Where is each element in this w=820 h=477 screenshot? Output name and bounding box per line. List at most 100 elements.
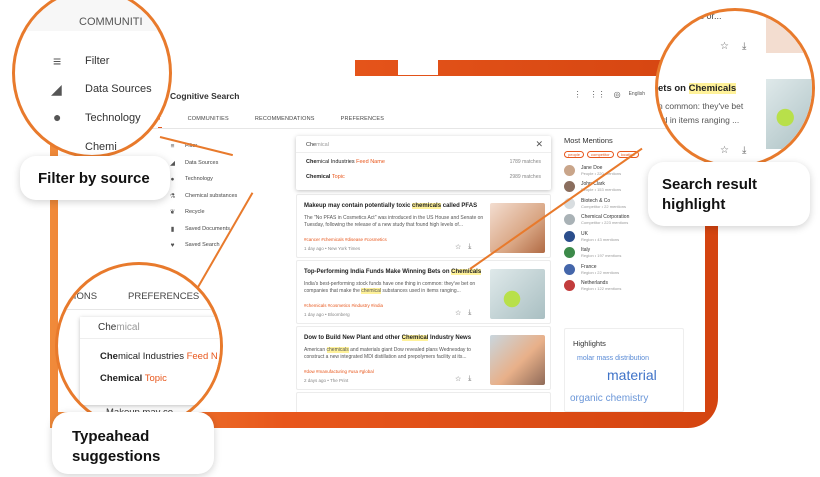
mention-sub: Region • 43 mentions (581, 236, 620, 242)
sidebar-item[interactable]: ⚗ Chemical substances (168, 188, 258, 205)
close-icon[interactable]: ✕ (535, 139, 543, 150)
search-input[interactable]: Chemical (306, 142, 329, 148)
language-label[interactable]: English (629, 90, 645, 99)
frame-gap (398, 60, 438, 75)
star-icon[interactable]: ☆ (720, 145, 729, 156)
zoom-highlight: vels or... ☆ ⤓ ets on Chemicals n common… (655, 8, 815, 168)
mention-item[interactable]: Italy Region • 197 mentions (564, 245, 684, 262)
download-icon[interactable]: ⤓ (742, 41, 746, 52)
pill-competitor[interactable]: competitor (587, 151, 614, 158)
result-thumbnail (490, 203, 545, 253)
result-thumbnail (490, 269, 545, 319)
pill-people[interactable]: people (564, 151, 585, 158)
star-icon[interactable]: ☆ (720, 41, 729, 52)
mention-item[interactable]: UK Region • 43 mentions (564, 228, 684, 245)
flask-icon: ⚗ (169, 192, 176, 200)
avatar (564, 230, 575, 242)
star-icon[interactable]: ☆ (455, 375, 461, 383)
avatar (564, 181, 575, 193)
star-icon[interactable]: ☆ (455, 309, 461, 317)
divider (118, 128, 705, 129)
mention-sub: Competitor • 223 mentions (581, 220, 629, 226)
download-icon[interactable]: ⤓ (468, 375, 471, 383)
header-icons: ⋮ ⋮⋮ ◎ English (574, 90, 645, 99)
tab-communities[interactable]: COMMUNITIES (188, 114, 229, 128)
zoom-tab[interactable]: PREFERENCES (128, 291, 199, 302)
highlight-term[interactable]: molar mass distribution (577, 355, 649, 362)
filter-icon: ≡ (170, 142, 175, 150)
heart-icon: ♥ (170, 241, 175, 249)
result-thumbnail (490, 335, 545, 385)
result-meta: 1 day ago • New York Times (304, 246, 361, 251)
mention-item[interactable]: Netherlands Region • 122 mentions (564, 278, 684, 295)
result-meta: 2 days ago • The Print (304, 378, 349, 383)
divider (80, 338, 220, 339)
download-icon[interactable]: ⤓ (468, 243, 471, 251)
sidebar-item-label: Recycle (185, 209, 205, 216)
highlight-term[interactable]: organic chemistry (570, 393, 648, 404)
more-icon[interactable]: ⋮ (574, 90, 582, 99)
result-card[interactable]: Top-Performing India Funds Make Winning … (296, 260, 551, 324)
mention-item[interactable]: France Region • 22 mentions (564, 261, 684, 278)
sidebar: ≡ Filter ◢ Data Sources ● Technology ⚗ Chemical… (168, 138, 258, 254)
zoom-thumbnail (766, 79, 812, 149)
stage: Cognitive Search ⋮ ⋮⋮ ◎ English T COMMUN… (0, 0, 820, 477)
sidebar-item[interactable]: ◢ Data Sources (168, 155, 258, 172)
zoom-search-input[interactable]: Chemical (98, 322, 140, 333)
zoom-suggestion[interactable]: Chemical Industries Feed N (100, 351, 218, 362)
suggestion-item[interactable]: Chemical Topic (306, 174, 345, 180)
bulb-icon: ● (53, 109, 62, 125)
result-actions: ☆ ⤓ (455, 309, 471, 317)
zoom-title[interactable]: ets on Chemicals (658, 83, 737, 94)
leaf-icon: ❦ (169, 209, 176, 217)
zoom-technology[interactable]: Technology (85, 112, 141, 124)
result-actions: ☆ ⤓ (455, 243, 471, 251)
sidebar-item-label: Saved Documents (185, 225, 230, 232)
callout-text: Typeahead (72, 428, 150, 445)
suggestion-count: 1789 matches (509, 159, 541, 165)
app-title: Cognitive Search (170, 91, 240, 101)
sidebar-item[interactable]: ● Technology (168, 171, 258, 188)
zoom-filter[interactable]: Filter (85, 55, 109, 67)
suggestion-item[interactable]: Chemical Industries Feed Name (306, 159, 385, 165)
result-tags[interactable]: #cancer #chemicals #disease #cosmetics (304, 237, 387, 242)
mention-text: France Region • 22 mentions (581, 264, 619, 275)
result-card[interactable] (296, 392, 551, 412)
highlights-heading: Highlights (573, 339, 606, 348)
result-tags[interactable]: #chemicals #cosmetics #industry #india (304, 303, 383, 308)
zoom-snippet: n common: they've bet (658, 101, 744, 111)
zoom-snippet: ed in items ranging ... (658, 115, 740, 125)
callout-typeahead: Typeahead suggestions (52, 412, 214, 474)
highlight-term[interactable]: material (607, 367, 657, 383)
star-icon[interactable]: ☆ (455, 243, 461, 251)
result-card[interactable]: Makeup may contain potentially toxic che… (296, 194, 551, 258)
download-icon[interactable]: ⤓ (468, 309, 471, 317)
mention-sub: Region • 22 mentions (581, 269, 620, 275)
zoom-tab[interactable]: TIONS (68, 291, 97, 302)
globe-icon[interactable]: ◎ (614, 90, 621, 99)
tab-bar: T COMMUNITIES RECOMMENDATIONS PREFERENCE… (158, 114, 703, 128)
filter-icon: ≡ (53, 53, 62, 69)
search-dropdown: Chemical ✕ Chemical Industries Feed Name… (296, 136, 551, 190)
zoom-suggestion[interactable]: Chemical Topic (100, 373, 167, 384)
result-tags[interactable]: #dow #manufacturing #usa #global (304, 369, 374, 374)
zoom-chemical[interactable]: Chemi (85, 141, 117, 153)
sidebar-item[interactable]: ▮ Saved Documents (168, 221, 258, 238)
apps-grid-icon[interactable]: ⋮⋮ (590, 90, 606, 99)
document-icon: ▮ (170, 225, 175, 233)
download-icon[interactable]: ⤓ (742, 145, 746, 156)
zoom-thumbnail (766, 11, 812, 53)
result-title[interactable]: Makeup may contain potentially toxic che… (304, 203, 484, 209)
zoom-data-sources[interactable]: Data Sources (85, 83, 152, 95)
result-title[interactable]: Dow to Build New Plant and other Chemica… (304, 335, 484, 341)
zoom-snippet: vels or... (688, 11, 722, 21)
tab-preferences[interactable]: PREFERENCES (341, 114, 384, 128)
result-title[interactable]: Top-Performing India Funds Make Winning … (304, 269, 484, 275)
result-card[interactable]: Dow to Build New Plant and other Chemica… (296, 326, 551, 390)
callout-filter: Filter by source (20, 156, 170, 200)
zoom-tab[interactable]: COMMUNITI (79, 16, 143, 28)
data-sources-icon: ◢ (51, 81, 62, 97)
sidebar-item[interactable]: ♥ Saved Search (168, 237, 258, 254)
tab-recommendations[interactable]: RECOMMENDATIONS (255, 114, 315, 128)
result-snippet: The "No PFAS in Cosmetics Act" was intro… (304, 215, 484, 229)
